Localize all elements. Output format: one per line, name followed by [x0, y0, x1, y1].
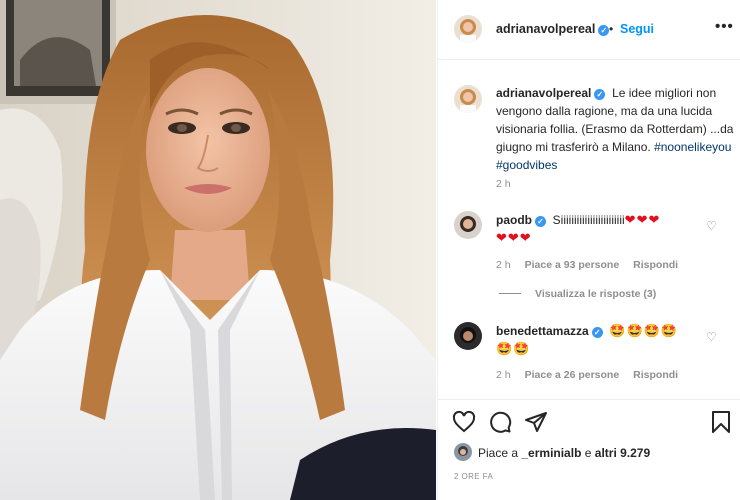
caption-time[interactable]: 2 h — [496, 178, 511, 190]
comment-like-heart-icon[interactable]: ♡ — [706, 219, 717, 233]
verified-icon: ✓ — [594, 89, 606, 100]
commenter-avatar[interactable] — [454, 322, 482, 350]
follow-button[interactable]: Segui — [620, 22, 654, 36]
verified-icon: ✓ — [598, 25, 610, 36]
likes-count[interactable]: altri 9.279 — [595, 446, 650, 460]
caption-avatar[interactable] — [454, 85, 482, 113]
liker-username[interactable]: _erminialb — [521, 446, 581, 460]
portrait-image — [0, 0, 436, 500]
caption-meta: 2 h — [496, 178, 525, 190]
commenter-avatar[interactable] — [454, 211, 482, 239]
hashtag-link[interactable]: #noonelikeyou — [654, 140, 731, 154]
post-time-ago[interactable]: 2 ORE FA — [454, 472, 493, 481]
verified-icon: ✓ — [591, 327, 603, 338]
post-side-panel: adrianavolpereal ✓ • Segui ••• adrianavol… — [437, 0, 740, 500]
comment-time[interactable]: 2 h — [496, 369, 511, 381]
comment-meta: 2 h Piace a 93 persone Rispondi — [496, 259, 692, 271]
heart-emoji: ❤❤❤ — [624, 212, 661, 227]
reply-button[interactable]: Rispondi — [633, 259, 678, 271]
star-eyes-emoji: 🤩🤩 — [496, 341, 531, 356]
comment-likes[interactable]: Piace a 93 persone — [525, 259, 620, 271]
replies-line — [499, 293, 521, 294]
comment-like-heart-icon[interactable]: ♡ — [706, 330, 717, 344]
comment-username[interactable]: paodb — [496, 213, 532, 227]
post-photo[interactable] — [0, 0, 436, 500]
hashtag-link[interactable]: #goodvibes — [496, 158, 557, 172]
post-header: adrianavolpereal ✓ • Segui ••• — [438, 0, 740, 60]
comment-likes[interactable]: Piace a 26 persone — [525, 369, 620, 381]
share-icon[interactable] — [524, 410, 548, 434]
view-replies-button[interactable]: Visualizza le risposte (3) — [499, 288, 656, 300]
comment-text: Siiiiiiiiiiiiiiiiiiiiiiii — [552, 213, 625, 227]
comment-username[interactable]: benedettamazza — [496, 324, 589, 338]
reply-button[interactable]: Rispondi — [633, 369, 678, 381]
verified-icon: ✓ — [535, 216, 546, 227]
comment-meta: 2 h Piace a 26 persone Rispondi — [496, 369, 692, 381]
comment-item: benedettamazza ✓ 🤩🤩🤩🤩 🤩🤩 — [496, 322, 696, 358]
caption-username[interactable]: adrianavolpereal — [496, 86, 591, 100]
comment-icon[interactable] — [488, 410, 512, 434]
separator-dot: • — [609, 22, 614, 36]
heart-emoji: ❤❤❤ — [496, 230, 532, 245]
post-actions-bar — [438, 399, 740, 445]
more-icon[interactable]: ••• — [715, 18, 734, 35]
bookmark-icon[interactable] — [709, 410, 733, 434]
author-avatar[interactable] — [454, 15, 482, 43]
star-eyes-emoji: 🤩🤩🤩🤩 — [609, 323, 679, 338]
heart-icon[interactable] — [452, 410, 476, 434]
liker-avatar[interactable] — [454, 443, 472, 461]
author-username[interactable]: adrianavolpereal ✓ — [496, 22, 610, 36]
likes-summary[interactable]: Piace a _erminialb e altri 9.279 — [478, 446, 650, 460]
comment-time[interactable]: 2 h — [496, 259, 511, 271]
comment-item: paodb ✓ Siiiiiiiiiiiiiiiiiiiiiiii❤❤❤ ❤❤❤ — [496, 211, 696, 247]
post-caption: adrianavolpereal ✓ Le idee migliori non v… — [496, 84, 734, 174]
